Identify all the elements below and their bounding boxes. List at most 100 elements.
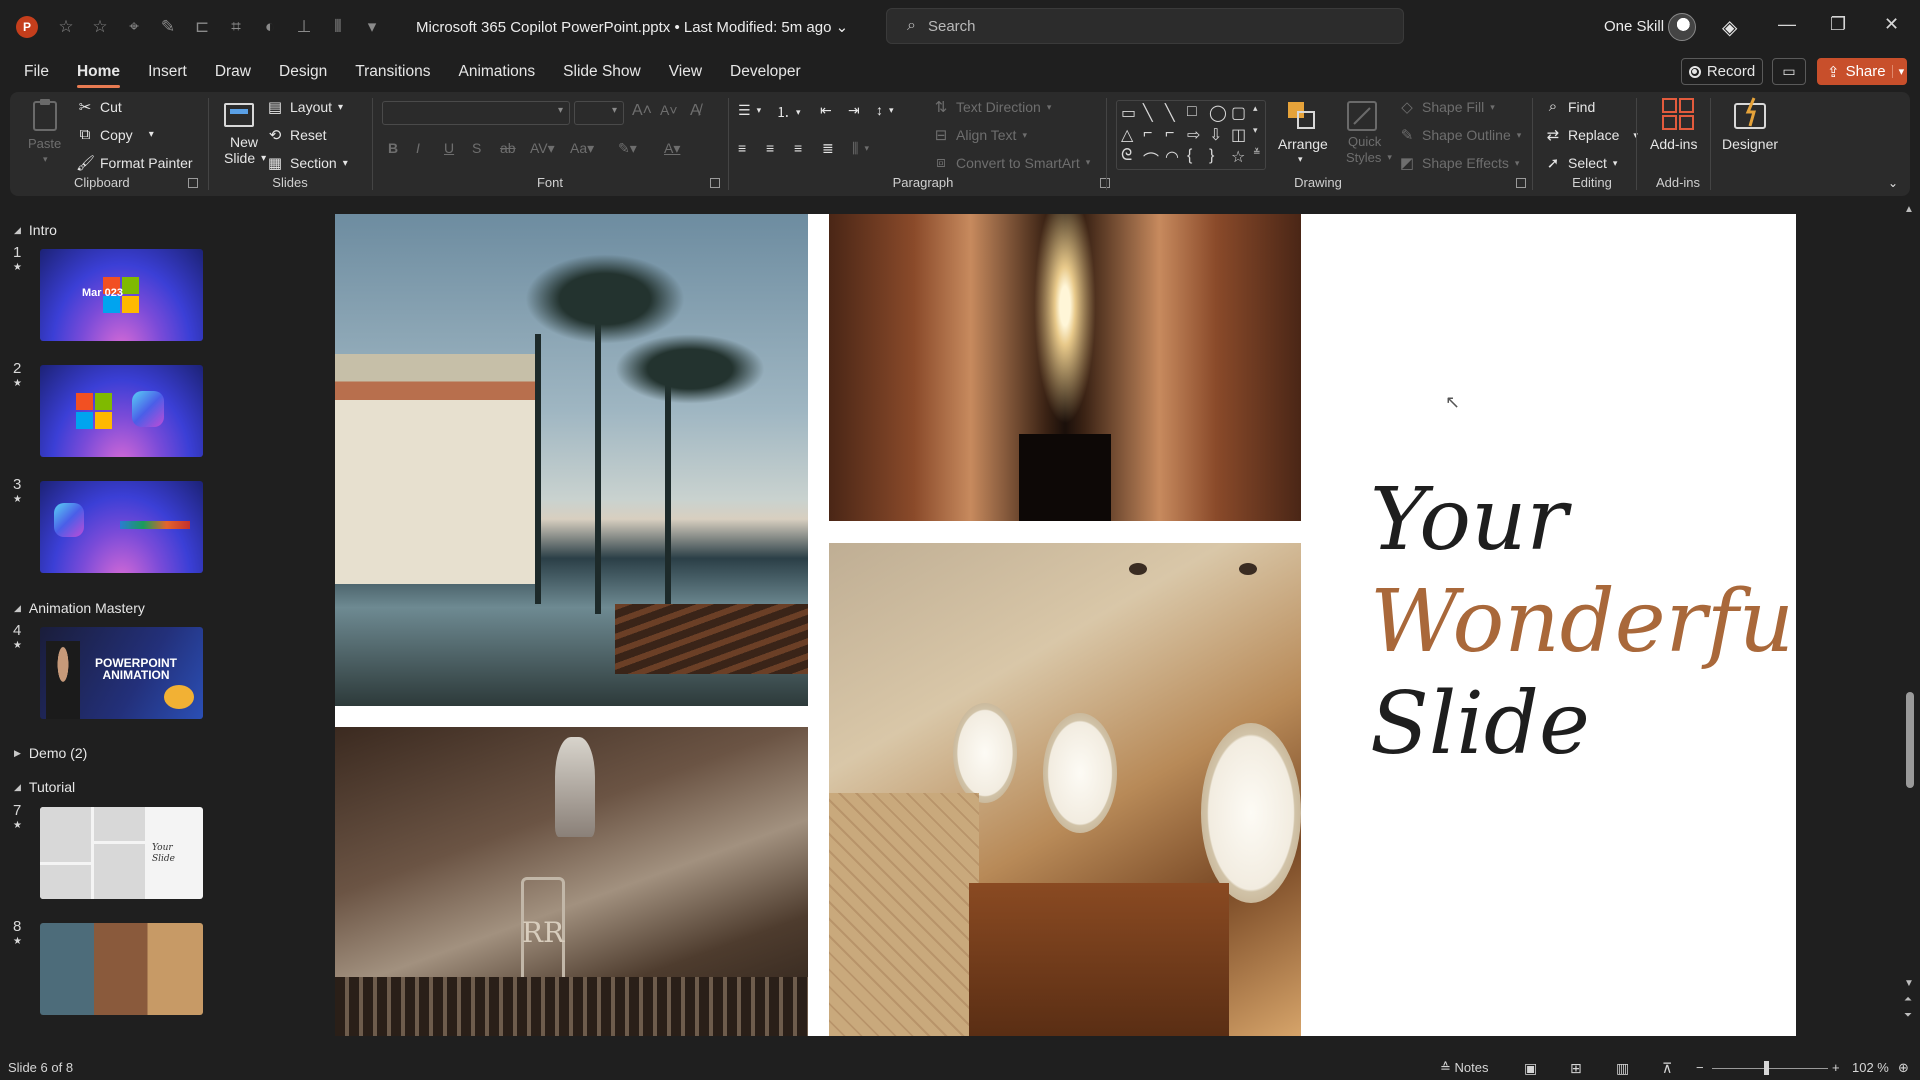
user-name[interactable]: One Skill [1604,18,1664,35]
resort-palms-image[interactable] [335,214,808,706]
underline-icon[interactable]: U [444,140,454,156]
zoom-out-icon[interactable]: − [1696,1060,1704,1075]
increase-indent-icon[interactable]: ⇥ [848,102,860,119]
addins-icon[interactable] [1660,96,1696,132]
avatar[interactable] [1668,13,1696,41]
slide-thumbnail-8[interactable] [40,923,203,1015]
addins-button[interactable]: Add-ins [1650,136,1697,152]
highlight-icon[interactable]: ✎▾ [618,140,637,157]
designer-icon[interactable] [1732,96,1768,132]
notes-button[interactable]: ≙ Notes [1440,1060,1488,1076]
italic-icon[interactable]: I [416,140,420,156]
right-brace-shape-icon[interactable]: } [1209,147,1214,165]
minimize-icon[interactable]: — [1778,14,1796,35]
shape-effects-button[interactable]: ◩ Shape Effects ▾ [1398,154,1520,172]
shadow-icon[interactable]: S [472,140,481,156]
find-button[interactable]: ⌕ Find [1544,98,1595,115]
slide-thumbnail-3[interactable] [40,481,203,573]
align-left-icon[interactable]: ≡ [738,140,746,156]
rolls-royce-image[interactable]: RR [335,727,808,1036]
quick-styles-button[interactable]: Styles ▾ [1346,150,1392,165]
oval-shape-icon[interactable]: ◯ [1209,103,1227,123]
zoom-in-icon[interactable]: + [1832,1060,1840,1075]
zoom-slider[interactable] [1712,1068,1828,1069]
char-spacing-icon[interactable]: AV▾ [530,140,555,157]
record-button[interactable]: Record [1681,58,1763,85]
decrease-font-icon[interactable]: A˅ [660,102,678,118]
star-dropdown-icon[interactable]: ☆ [90,17,110,37]
ink-icon[interactable]: ✎ [158,17,178,37]
collapse-triangle-icon[interactable]: ◢ [14,603,21,614]
section-animation-mastery[interactable]: ◢ Animation Mastery [14,600,145,616]
restore-icon[interactable]: ❐ [1830,14,1846,35]
clear-format-icon[interactable]: A̸ [690,102,701,120]
bold-icon[interactable]: B [388,140,398,156]
tab-transitions[interactable]: Transitions [341,54,444,90]
align-text-button[interactable]: ⊟ Align Text ▾ [932,126,1027,144]
section-button[interactable]: ▦ Section ▾ [266,154,348,172]
tab-file[interactable]: File [10,54,63,90]
line-shape-icon[interactable]: ╲ [1143,103,1153,123]
premium-diamond-icon[interactable]: ◈ [1722,15,1737,40]
callout-shape-icon[interactable]: ◫ [1231,125,1246,145]
replace-button[interactable]: ⇄Replace▾ [1544,126,1638,144]
present-icon[interactable]: ⊏ [192,17,212,37]
reset-button[interactable]: ⟲ Reset [266,126,327,144]
gallery-down-icon[interactable]: ▾ [1253,125,1258,136]
chandelier-hallway-image[interactable] [829,214,1301,521]
tab-slide-show[interactable]: Slide Show [549,54,655,90]
tab-insert[interactable]: Insert [134,54,201,90]
next-slide-icon[interactable]: ⏷ [1904,1010,1912,1021]
expand-triangle-icon[interactable]: ▶ [14,748,21,759]
reading-view-icon[interactable]: ▥ [1616,1060,1629,1077]
arrange-button[interactable]: Arrange [1278,136,1328,152]
share-chevron-icon[interactable]: ▾ [1891,65,1911,78]
align-icon[interactable]: ⊥ [294,17,314,37]
slideshow-view-icon[interactable]: ⊼ [1662,1060,1672,1077]
zoom-level[interactable]: 102 % [1852,1060,1889,1075]
rectangle-shape-icon[interactable]: □ [1187,103,1197,121]
comments-button[interactable]: ▭ [1772,58,1806,85]
curve-shape-icon[interactable]: ⌒ [1143,147,1159,171]
slide-thumbnail-1[interactable]: Mar 023 [40,249,203,341]
previous-slide-icon[interactable]: ⏶ [1904,994,1912,1005]
shapes-icon[interactable]: ◐ [260,17,280,37]
font-name-input[interactable]: ▾ [382,101,570,125]
drawing-launcher-icon[interactable] [1516,178,1526,188]
paste-icon[interactable] [28,98,64,134]
font-size-chevron-icon[interactable]: ▾ [612,105,617,116]
zoom-slider-handle[interactable] [1764,1061,1769,1075]
gallery-up-icon[interactable]: ▴ [1253,103,1258,114]
shapes-gallery[interactable]: ▭ ╲ ╲ □ ◯ ▢ △ ⌐ ⌐ ⇨ ⇩ ◫ ᘓ ⌒ ◠ { } ☆ ▴ ▾ … [1116,100,1266,170]
strikethrough-icon[interactable]: ab [500,140,516,156]
collapse-triangle-icon[interactable]: ◢ [14,225,21,236]
copy-chevron-icon[interactable]: ▾ [149,129,154,140]
rounded-rect-shape-icon[interactable]: ▢ [1231,103,1246,123]
columns-icon[interactable]: ⫼ ▾ [852,140,869,157]
scroll-down-icon[interactable]: ▼ [1904,978,1914,989]
vertical-scrollbar[interactable]: ▲ ▼ ⏶ ⏷ [1903,204,1917,1032]
section-tutorial[interactable]: ◢ Tutorial [14,779,75,795]
document-title[interactable]: Microsoft 365 Copilot PowerPoint.pptx • … [416,18,848,36]
collapse-ribbon-icon[interactable]: ⌄ [1888,176,1898,190]
scroll-up-icon[interactable]: ▲ [1904,204,1914,215]
tab-home[interactable]: Home [63,54,134,90]
share-button[interactable]: ⇪ Share ▾ [1817,58,1907,85]
crop-icon[interactable]: ⌗ [226,17,246,37]
copy-button[interactable]: ⧉ Copy ▾ [76,126,154,143]
gallery-more-icon[interactable]: ≚ [1253,147,1261,158]
slide-title[interactable]: Your Wonderful Slide [1370,469,1796,775]
tab-design[interactable]: Design [265,54,341,90]
line-shape-icon-2[interactable]: ╲ [1165,103,1175,123]
textbox-shape-icon[interactable]: ▭ [1121,103,1136,123]
arc-shape-icon[interactable]: ◠ [1165,147,1179,167]
layout-button[interactable]: ▤ Layout ▾ [266,98,343,116]
customize-qat-icon[interactable]: ▾ [362,17,382,37]
clipboard-launcher-icon[interactable] [188,178,198,188]
tab-view[interactable]: View [655,54,716,90]
tab-animations[interactable]: Animations [444,54,549,90]
search-input[interactable]: ⌕ Search [886,8,1404,44]
new-slide-icon[interactable] [222,98,258,134]
right-arrow-shape-icon[interactable]: ⇨ [1187,125,1200,145]
section-demo[interactable]: ▶ Demo (2) [14,745,87,761]
